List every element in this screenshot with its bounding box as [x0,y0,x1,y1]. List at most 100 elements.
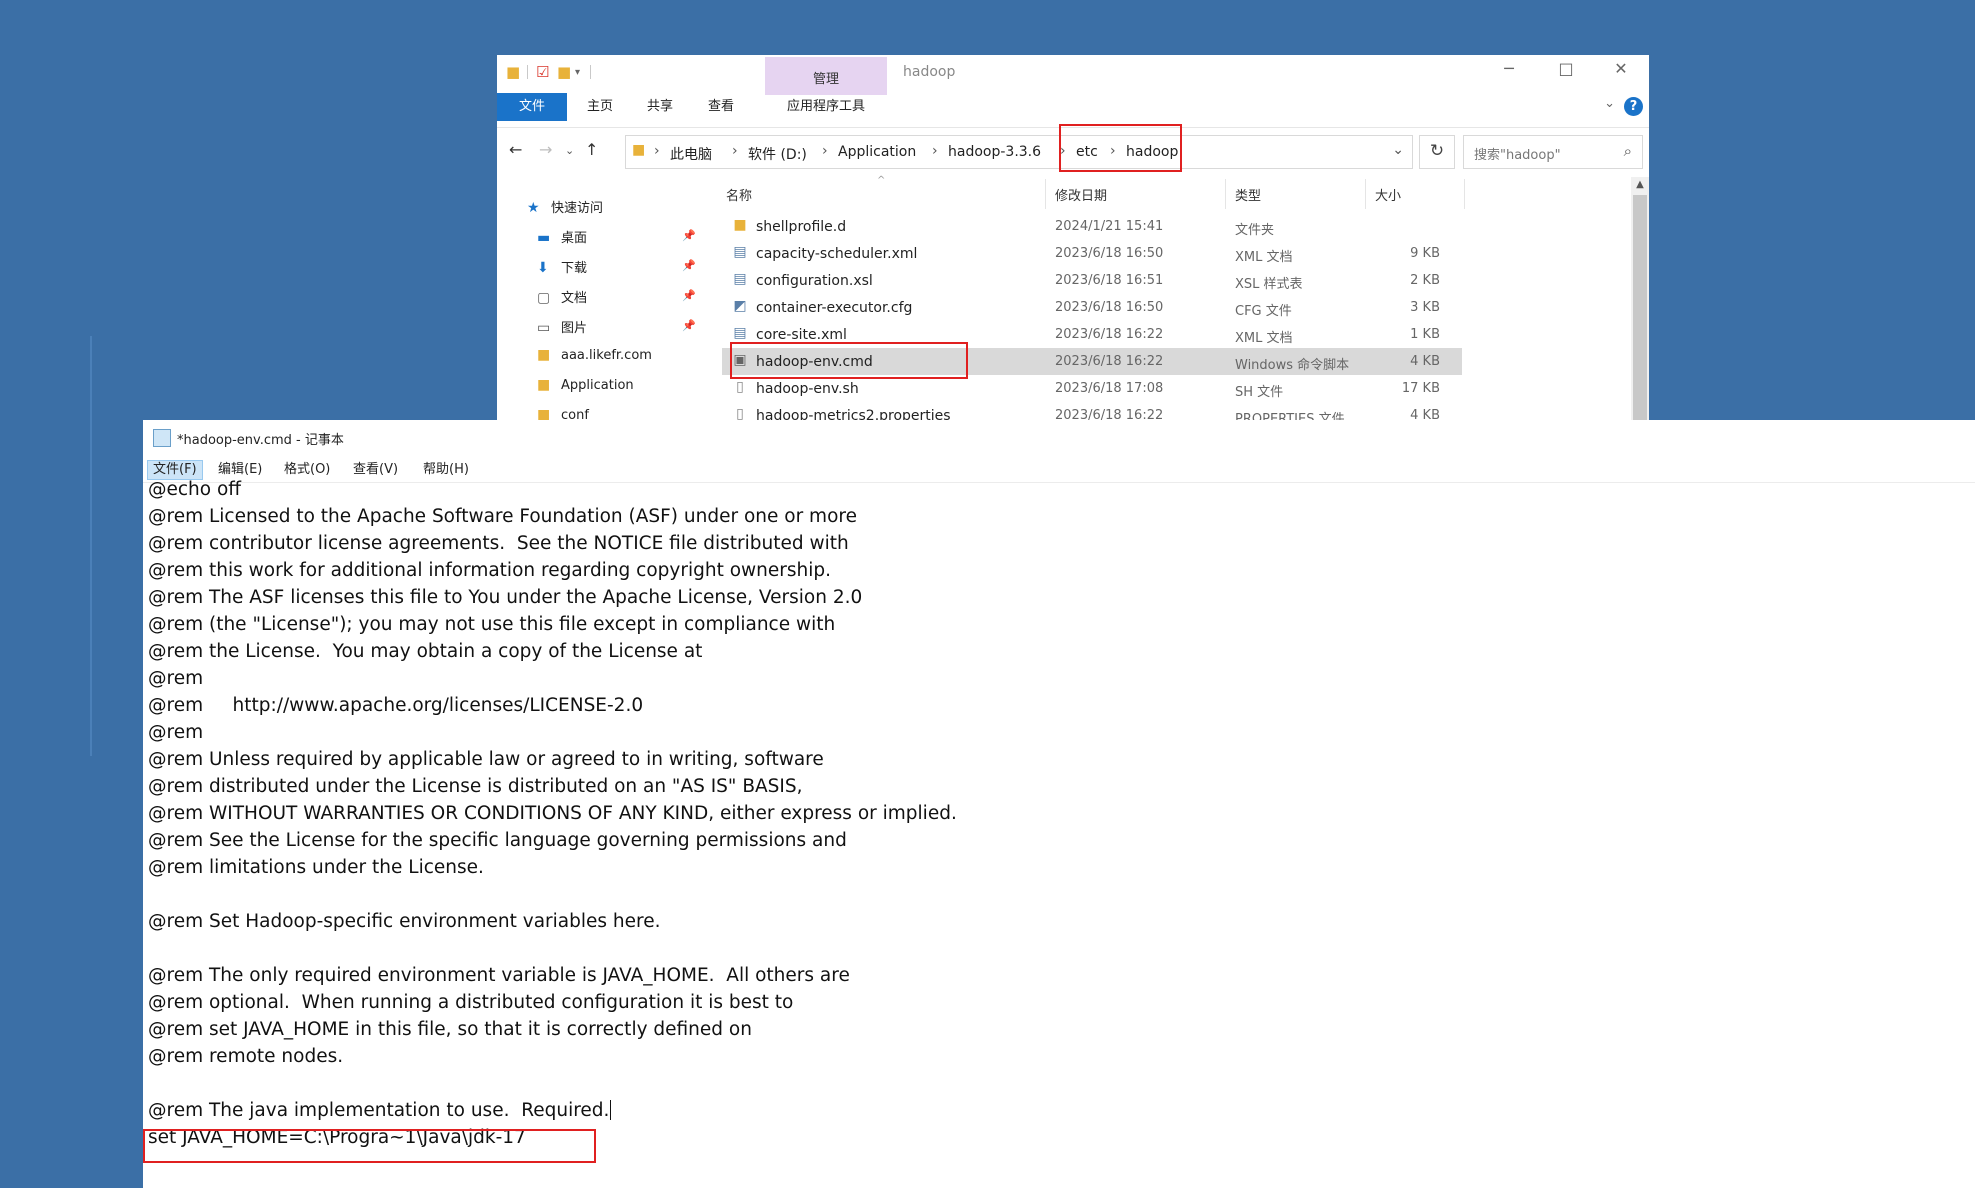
text-line: @rem WITHOUT WARRANTIES OR CONDITIONS OF… [148,803,957,824]
nav-folder-aaa[interactable]: ■ aaa.likefr.com [537,347,652,373]
text-line: @rem the License. You may obtain a copy … [148,641,703,662]
breadcrumb-hadoop-336[interactable]: hadoop-3.3.6 [948,144,1041,160]
column-header-type[interactable]: 类型 [1235,185,1261,204]
file-name: container-executor.cfg [756,300,913,316]
column-header-size[interactable]: 大小 [1375,185,1401,204]
nav-folder-conf[interactable]: ■ conf [537,407,589,420]
column-divider[interactable] [1225,179,1226,209]
nav-quick-access[interactable]: ★ 快速访问 [527,197,603,223]
cfg-file-icon: ◩ [733,298,747,314]
breadcrumb-application[interactable]: Application [838,144,916,160]
file-name: configuration.xsl [756,273,873,289]
minimize-icon[interactable]: ─ [1497,59,1521,78]
download-icon: ⬇ [537,260,549,276]
scroll-up-arrow-icon[interactable]: ▲ [1631,179,1649,190]
explorer-titlebar: ■ ☑ ■ ▾ 管理 hadoop ─ □ ✕ [497,55,1649,95]
file-row[interactable]: ▤ configuration.xsl 2023/6/18 16:51 XSL … [722,267,1462,294]
breadcrumb-separator[interactable]: › [932,143,938,159]
up-arrow-icon[interactable]: ↑ [585,140,598,159]
file-row[interactable]: ■ shellprofile.d 2024/1/21 15:41 文件夹 [722,213,1462,240]
pin-icon[interactable]: 📌 [682,259,696,272]
search-icon[interactable]: ⌕ [1624,142,1632,160]
breadcrumb-separator[interactable]: › [732,143,738,159]
close-icon[interactable]: ✕ [1609,59,1633,78]
file-size: 4 KB [1410,354,1440,369]
column-divider[interactable] [1045,179,1046,209]
search-input[interactable]: 搜索"hadoop" ⌕ [1463,135,1643,169]
file-name: hadoop-env.sh [756,381,859,397]
xsl-file-icon: ▤ [733,271,747,287]
nav-label: 图片 [561,321,588,336]
desktop-edge [90,336,92,756]
pin-icon[interactable]: 📌 [682,229,696,242]
properties-check-icon[interactable]: ☑ [536,65,549,80]
tab-app-tools[interactable]: 应用程序工具 [767,93,885,121]
help-icon[interactable]: ? [1624,97,1643,116]
notepad-text-area[interactable]: @echo off @rem Licensed to the Apache So… [148,476,1948,1151]
text-line: @rem limitations under the License. [148,857,484,878]
file-row[interactable]: ▯ hadoop-metrics2.properties 2023/6/18 1… [722,402,1462,420]
xml-file-icon: ▤ [733,244,747,260]
document-icon: ▢ [537,290,551,306]
file-list-scrollbar[interactable]: ▲ [1631,177,1649,420]
address-dropdown-chevron-icon[interactable]: ⌄ [1392,142,1404,158]
refresh-icon[interactable]: ↻ [1419,135,1455,169]
text-line: @rem Unless required by applicable law o… [148,749,824,770]
tab-share[interactable]: 共享 [635,93,685,121]
notepad-title: *hadoop-env.cmd - 记事本 [177,433,344,448]
forward-arrow-icon[interactable]: → [539,140,552,159]
text-line: @rem The only required environment varia… [148,965,850,986]
breadcrumb-separator[interactable]: › [822,143,828,159]
notepad-titlebar: *hadoop-env.cmd - 记事本 [153,429,344,448]
nav-desktop[interactable]: ▬ 桌面 [537,227,587,253]
file-icon: ▯ [736,406,744,420]
window-title: hadoop [903,64,956,80]
file-name: shellprofile.d [756,219,847,235]
quick-access-dropdown-icon[interactable]: ▾ [575,65,580,80]
star-icon: ★ [527,200,540,216]
folder-icon: ■ [506,63,521,81]
tab-view[interactable]: 查看 [696,93,746,121]
folder-icon: ■ [733,217,747,233]
column-divider[interactable] [1464,179,1465,209]
breadcrumb-separator[interactable]: › [654,143,660,159]
ribbon-expand-chevron-icon[interactable]: ⌄ [1604,96,1615,111]
file-type: 文件夹 [1235,223,1275,238]
text-line: @echo off [148,479,242,500]
breadcrumb-drive-d[interactable]: 软件 (D:) [748,144,807,164]
tab-file[interactable]: 文件 [497,93,567,121]
text-line [148,881,1948,908]
pin-icon[interactable]: 📌 [682,319,696,332]
file-size: 2 KB [1410,273,1440,288]
nav-pictures[interactable]: ▭ 图片 [537,317,587,343]
recent-locations-chevron-icon[interactable]: ⌄ [565,144,574,157]
address-bar[interactable]: ■ › 此电脑 › 软件 (D:) › Application › hadoop… [625,135,1413,169]
file-date: 2023/6/18 16:50 [1055,300,1164,315]
pin-icon[interactable]: 📌 [682,289,696,302]
file-size: 1 KB [1410,327,1440,342]
separator [527,65,528,79]
maximize-icon[interactable]: □ [1554,59,1578,78]
tab-home[interactable]: 主页 [575,93,625,121]
nav-downloads[interactable]: ⬇ 下载 [537,257,587,283]
text-line: @rem this work for additional informatio… [148,560,831,581]
file-row[interactable]: ▤ capacity-scheduler.xml 2023/6/18 16:50… [722,240,1462,267]
text-line [148,935,1948,962]
nav-folder-application[interactable]: ■ Application [537,377,634,403]
column-divider[interactable] [1365,179,1366,209]
manage-contextual-tab[interactable]: 管理 [765,57,887,95]
new-folder-icon[interactable]: ■ [557,65,571,80]
file-row[interactable]: ◩ container-executor.cfg 2023/6/18 16:50… [722,294,1462,321]
column-header-name[interactable]: 名称 [726,185,752,204]
text-line: @rem Set Hadoop-specific environment var… [148,911,661,932]
nav-label: conf [561,408,589,420]
column-header-date[interactable]: 修改日期 [1055,185,1107,204]
file-type: XML 文档 [1235,331,1293,346]
breadcrumb-this-pc[interactable]: 此电脑 [670,144,712,164]
nav-documents[interactable]: ▢ 文档 [537,287,587,313]
highlight-box-path [1059,124,1182,172]
scrollbar-thumb[interactable] [1633,195,1647,420]
file-row[interactable]: ▯ hadoop-env.sh 2023/6/18 17:08 SH 文件 17… [722,375,1462,402]
file-name: capacity-scheduler.xml [756,246,918,262]
back-arrow-icon[interactable]: ← [509,140,522,159]
